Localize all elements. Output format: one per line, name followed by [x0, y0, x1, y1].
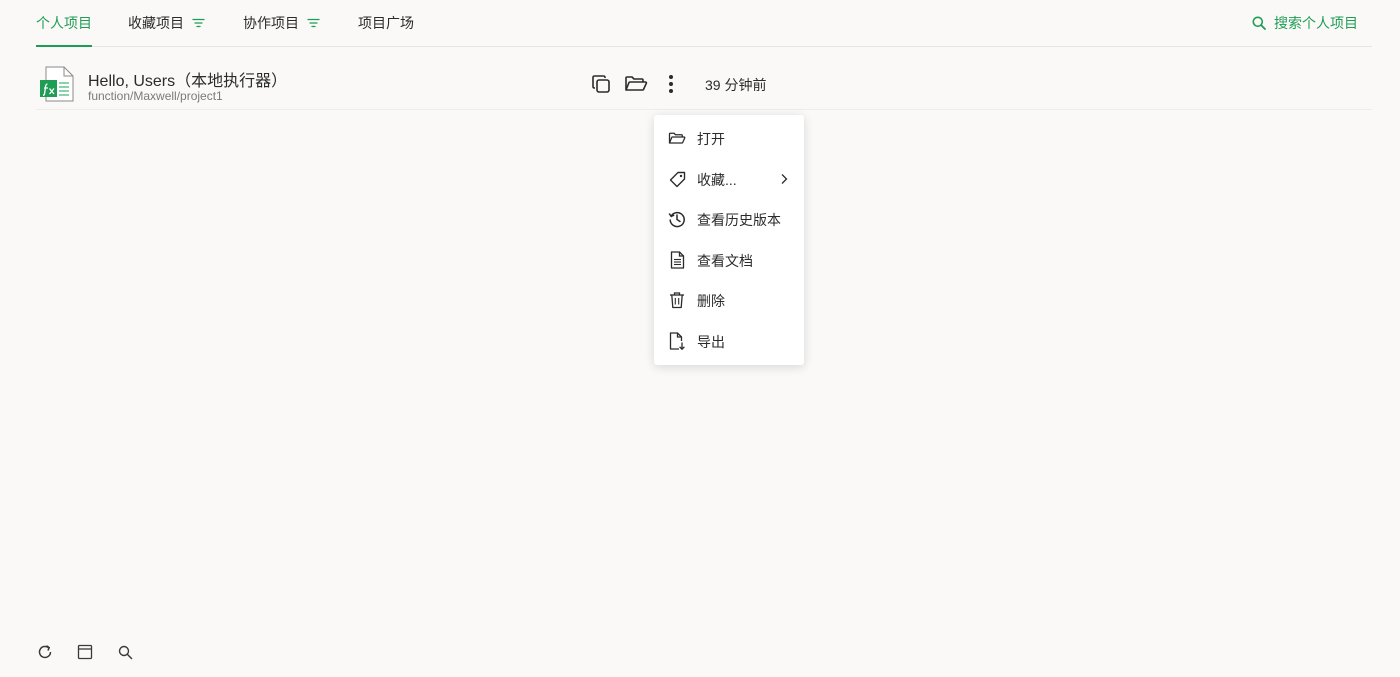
tab-collaborative-projects[interactable]: 协作项目	[243, 0, 320, 46]
menu-item-export[interactable]: 导出	[654, 321, 804, 361]
project-path: function/Maxwell/project1	[88, 89, 223, 103]
refresh-icon	[38, 645, 52, 659]
history-icon	[668, 210, 686, 228]
more-options-button[interactable]	[659, 72, 683, 96]
menu-item-label: 查看文档	[697, 253, 753, 269]
refresh-button[interactable]	[35, 642, 55, 662]
chevron-right-icon	[780, 172, 788, 188]
app-root: 个人项目 收藏项目 协作项目 项目广场 搜索个人项目 Hello, Users（…	[0, 0, 1400, 677]
export-icon	[668, 332, 686, 350]
folder-open-icon	[668, 129, 686, 147]
menu-item-view-history[interactable]: 查看历史版本	[654, 199, 804, 239]
tab-bar: 个人项目 收藏项目 协作项目 项目广场 搜索个人项目	[36, 0, 1372, 47]
menu-item-favorite[interactable]: 收藏...	[654, 159, 804, 199]
search-label: 搜索个人项目	[1274, 15, 1358, 31]
menu-item-label: 打开	[697, 131, 725, 147]
tab-label: 协作项目	[243, 15, 299, 31]
folder-open-icon	[625, 76, 648, 91]
tab-label: 收藏项目	[128, 15, 184, 31]
context-menu: 打开 收藏... 查看历史版本 查看文档 删除 导出	[654, 115, 804, 365]
search-button[interactable]	[115, 642, 135, 662]
menu-item-label: 删除	[697, 293, 725, 309]
search-icon	[118, 645, 132, 659]
tab-label: 项目广场	[358, 15, 414, 31]
copy-icon	[592, 75, 610, 93]
window-layout-button[interactable]	[75, 642, 95, 662]
tab-favorite-projects[interactable]: 收藏项目	[128, 0, 205, 46]
modified-time: 39 分钟前	[705, 77, 767, 93]
spreadsheet-file-icon	[40, 66, 74, 107]
tab-label: 个人项目	[36, 15, 92, 31]
project-title[interactable]: Hello, Users（本地执行器）	[88, 67, 287, 91]
menu-item-view-docs[interactable]: 查看文档	[654, 240, 804, 280]
open-folder-button[interactable]	[624, 72, 648, 96]
menu-item-delete[interactable]: 删除	[654, 280, 804, 320]
window-icon	[77, 644, 93, 660]
filter-icon[interactable]	[192, 18, 205, 28]
menu-item-label: 查看历史版本	[697, 212, 781, 228]
trash-icon	[668, 291, 686, 309]
document-icon	[668, 251, 686, 269]
menu-item-open[interactable]: 打开	[654, 118, 804, 158]
filter-icon[interactable]	[307, 18, 320, 28]
menu-item-label: 导出	[697, 334, 725, 350]
tab-personal-projects[interactable]: 个人项目	[36, 0, 92, 47]
search-icon	[1252, 16, 1274, 30]
copy-button[interactable]	[589, 72, 613, 96]
menu-item-label: 收藏...	[697, 172, 737, 188]
tab-project-plaza[interactable]: 项目广场	[358, 0, 414, 46]
more-vertical-icon	[669, 75, 673, 93]
search-personal-projects-link[interactable]: 搜索个人项目	[1252, 0, 1358, 46]
project-row[interactable]: Hello, Users（本地执行器） function/Maxwell/pro…	[36, 60, 1372, 110]
tag-icon	[668, 170, 686, 188]
